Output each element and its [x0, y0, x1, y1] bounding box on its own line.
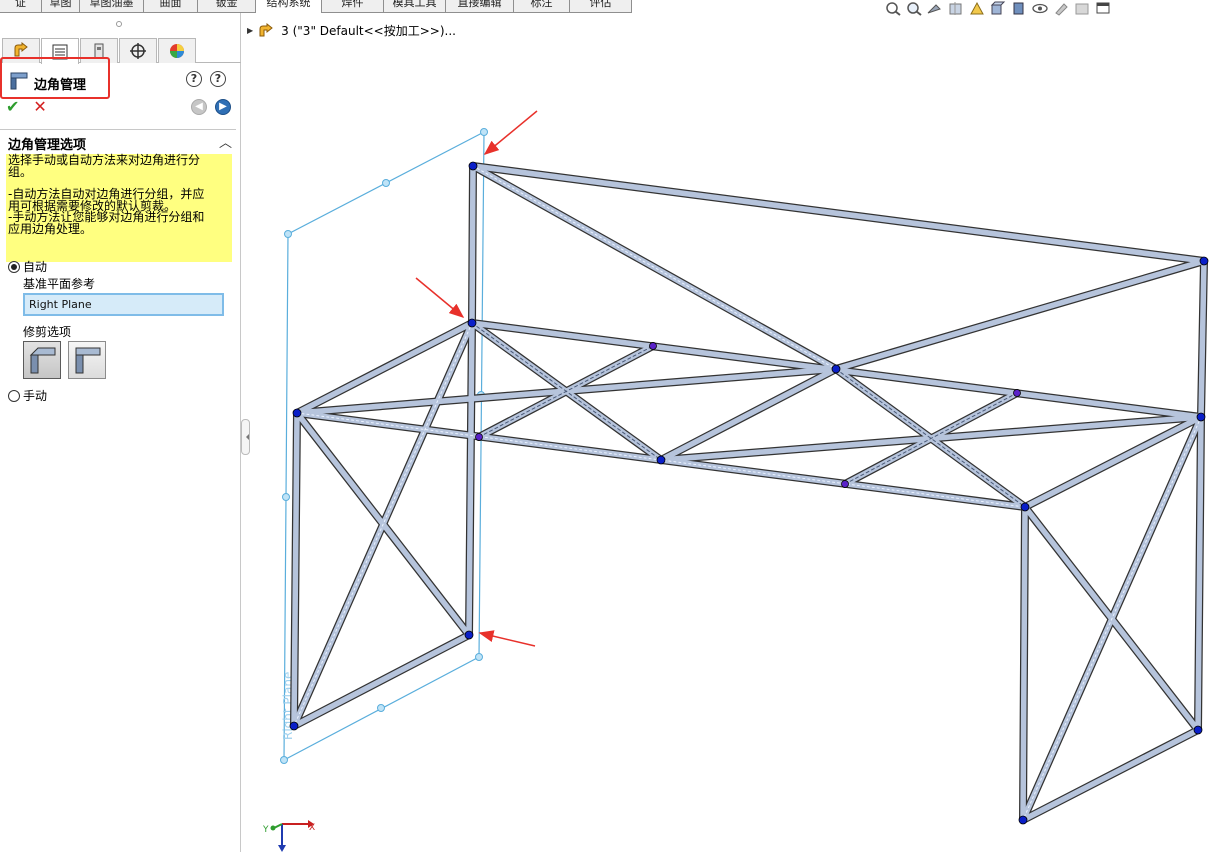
- right-plane-preview[interactable]: Right Plane: [280, 128, 488, 764]
- expand-arrow-icon[interactable]: ▶: [247, 26, 253, 35]
- crosshair-icon: [130, 43, 146, 59]
- radio-automatic[interactable]: 自动: [8, 258, 47, 275]
- structure-frame-model[interactable]: Right Plane: [250, 0, 1226, 852]
- structural-members: [290, 162, 1208, 824]
- page-nav-buttons: ◀ ▶: [191, 99, 231, 115]
- whats-new-help-icon[interactable]: ?: [186, 71, 202, 87]
- appearance-ball-icon: [170, 44, 184, 58]
- chevron-up-icon[interactable]: ︿: [219, 132, 232, 151]
- reference-triad: X Y: [262, 815, 322, 852]
- reference-plane-label: 基准平面参考: [23, 277, 96, 291]
- help-icon[interactable]: ?: [210, 71, 226, 87]
- property-manager-title: 边角管理: [34, 78, 87, 93]
- feature-tree-flyout[interactable]: ▶ 3 ("3" Default<<按加工>>)...: [247, 22, 456, 39]
- corner-options-group-header[interactable]: 边角管理选项 ︿: [0, 129, 236, 153]
- panel-collapse-handle[interactable]: [241, 419, 250, 455]
- help-buttons: ? ?: [186, 71, 226, 87]
- radio-unselected-icon[interactable]: [8, 389, 20, 402]
- message-line: 应用边角处理。: [8, 221, 93, 236]
- radio-automatic-label: 自动: [23, 260, 48, 274]
- next-arrow-icon[interactable]: ▶: [215, 99, 231, 115]
- message-line: 组。: [8, 164, 33, 179]
- butt-trim-icon: [75, 347, 101, 374]
- trim-options: [23, 341, 106, 379]
- ribbon-tab[interactable]: 曲面: [144, 0, 198, 13]
- property-manager-panel: 边角管理 ? ? ✔ ✕ ◀ ▶ 边角管理选项 ︿ 选择手动或自动方法来对边角进…: [0, 13, 241, 852]
- reference-plane-field[interactable]: Right Plane: [23, 293, 224, 316]
- back-arrow-icon[interactable]: ◀: [191, 99, 207, 115]
- property-manager-header: 边角管理: [0, 57, 110, 99]
- group-title: 边角管理选项: [8, 138, 87, 153]
- feature-tree-root-label: 3 ("3" Default<<按加工>>)...: [281, 24, 456, 38]
- radio-selected-icon[interactable]: [8, 260, 20, 273]
- trim-options-label: 修剪选项: [23, 325, 72, 339]
- x-axis-label: X: [309, 823, 315, 833]
- graphics-viewport[interactable]: Right Plane: [250, 0, 1226, 852]
- message-box: 选择手动或自动方法来对边角进行分 组。 -自动方法自动对边角进行分组，并应 用可…: [6, 154, 232, 262]
- cancel-button[interactable]: ✕: [33, 99, 46, 115]
- corner-management-icon: [10, 72, 28, 90]
- ok-button[interactable]: ✔: [6, 99, 19, 115]
- ribbon-tab[interactable]: 草图油墨: [80, 0, 144, 13]
- solidworks-window: 证草图 草图油墨 曲面 钣金 结构系统 焊件 模具工具 直接编辑 标注 评估 边…: [0, 0, 1226, 852]
- ribbon-tab[interactable]: 证: [0, 0, 42, 13]
- tab-dimxpert-manager[interactable]: [119, 38, 157, 63]
- radio-manual[interactable]: 手动: [8, 387, 47, 404]
- tab-display-manager[interactable]: [158, 38, 196, 63]
- part-icon: [258, 22, 276, 39]
- radio-manual-label: 手动: [23, 389, 48, 403]
- miter-trim-icon: [29, 347, 56, 374]
- y-axis-label: Y: [262, 825, 269, 835]
- ribbon-tab[interactable]: 草图: [42, 0, 80, 13]
- trim-end-butt-button[interactable]: [68, 341, 106, 379]
- ok-cancel-bar: ✔ ✕: [6, 99, 47, 115]
- ribbon-tab[interactable]: 钣金: [198, 0, 256, 13]
- panel-grip-handle[interactable]: [116, 21, 122, 27]
- trim-end-miter-button[interactable]: [23, 341, 61, 379]
- message-line: 选择手动或自动方法来对边角进行分: [8, 153, 201, 167]
- sketch-vertices: [289, 161, 1209, 825]
